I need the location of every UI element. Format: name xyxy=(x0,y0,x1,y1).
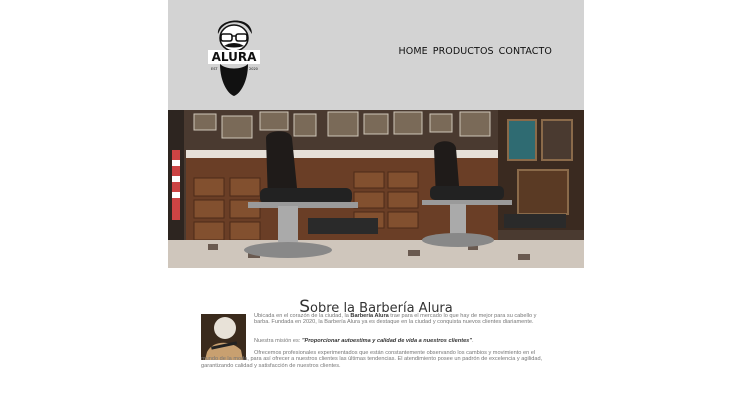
barbershop-banner-image xyxy=(168,110,584,268)
about-paragraph-1: Ubicada en el corazón de la ciudad, la B… xyxy=(254,313,537,326)
about-paragraph-2: Nuestra misión es: "Proporcionar autoest… xyxy=(254,338,474,344)
page: ALURA EST 2020 HOME PRODUCTOS CONTACTO S… xyxy=(168,0,584,406)
logo-est: EST xyxy=(211,67,218,71)
main-nav: HOME PRODUCTOS CONTACTO xyxy=(399,46,553,57)
about-section: Sobre la Barbería Alura Ubicada en el co… xyxy=(168,268,584,406)
logo-text: ALURA xyxy=(212,50,257,64)
about-paragraph-3: Ofrecemos profesionales experimentados q… xyxy=(201,350,543,369)
nav-contacto-link[interactable]: CONTACTO xyxy=(499,46,552,57)
site-header: ALURA EST 2020 HOME PRODUCTOS CONTACTO xyxy=(168,0,584,110)
barber-logo[interactable]: ALURA EST 2020 xyxy=(208,12,260,96)
logo-year: 2020 xyxy=(249,67,258,71)
nav-home-link[interactable]: HOME xyxy=(399,46,428,57)
nav-productos-link[interactable]: PRODUCTOS xyxy=(433,46,494,57)
